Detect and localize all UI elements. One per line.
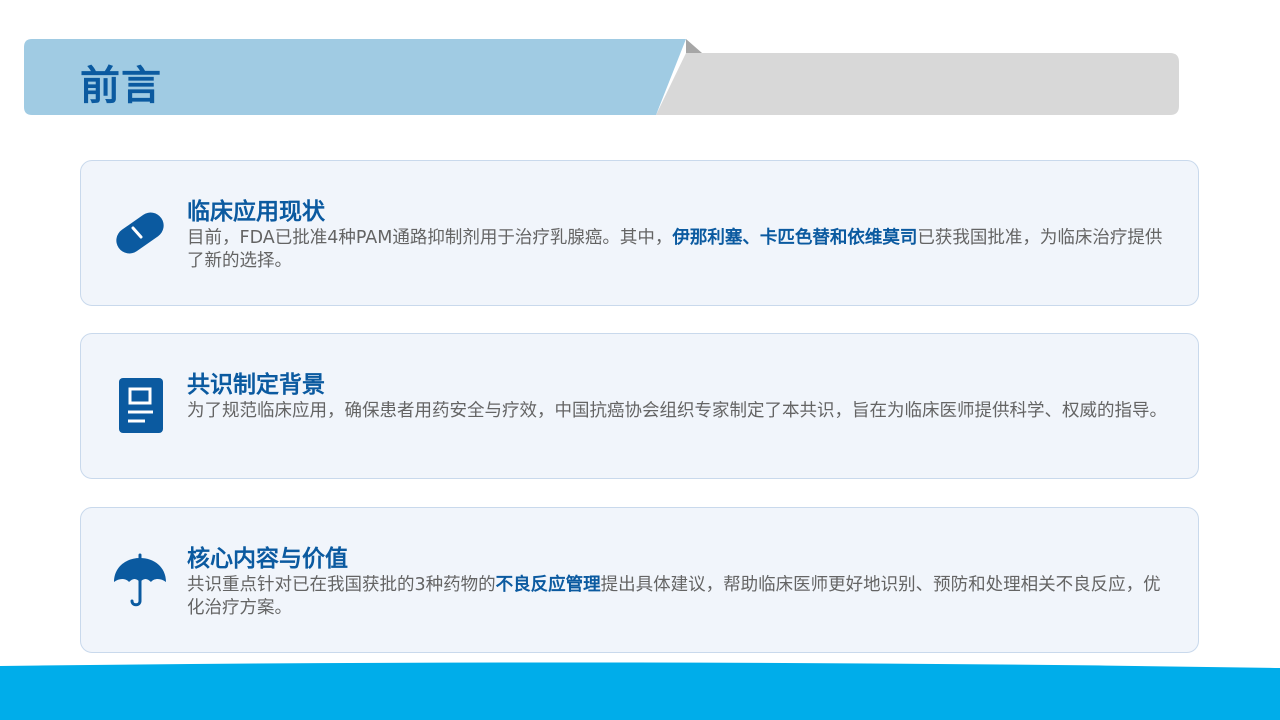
card-title: 核心内容与价值	[187, 546, 348, 572]
card-body: 为了规范临床应用，确保患者用药安全与疗效，中国抗癌协会组织专家制定了本共识，旨在…	[187, 400, 1177, 423]
document-icon	[111, 377, 169, 435]
card-core-value: 核心内容与价值 共识重点针对已在我国获批的3种药物的不良反应管理提出具体建议，帮…	[80, 507, 1199, 653]
card-body-highlight: 伊那利塞、卡匹色替和依维莫司	[672, 228, 918, 248]
header-gray-tab	[656, 53, 1179, 115]
footer-wave-shape	[0, 662, 1280, 720]
card-title: 临床应用现状	[187, 199, 325, 225]
card-body: 目前，FDA已批准4种PAM通路抑制剂用于治疗乳腺癌。其中，伊那利塞、卡匹色替和…	[187, 227, 1177, 273]
umbrella-icon	[111, 551, 169, 609]
card-body-text: 目前，FDA已批准4种PAM通路抑制剂用于治疗乳腺癌。其中，	[187, 228, 673, 248]
card-body-highlight: 不良反应管理	[495, 575, 601, 595]
card-body: 共识重点针对已在我国获批的3种药物的不良反应管理提出具体建议，帮助临床医师更好地…	[187, 574, 1177, 620]
card-body-text: 为了规范临床应用，确保患者用药安全与疗效，中国抗癌协会组织专家制定了本共识，旨在…	[187, 401, 1167, 421]
header-banner: 前言	[0, 0, 1280, 130]
card-consensus-background: 共识制定背景 为了规范临床应用，确保患者用药安全与疗效，中国抗癌协会组织专家制定…	[80, 333, 1199, 479]
footer-wave	[0, 660, 1280, 720]
page-title: 前言	[80, 63, 162, 109]
header-shapes	[24, 39, 1179, 115]
pill-icon	[111, 204, 169, 262]
card-clinical-status: 临床应用现状 目前，FDA已批准4种PAM通路抑制剂用于治疗乳腺癌。其中，伊那利…	[80, 160, 1199, 306]
header-fold-shadow	[686, 39, 702, 53]
card-body-text: 共识重点针对已在我国获批的3种药物的	[187, 575, 496, 595]
card-title: 共识制定背景	[187, 372, 325, 398]
